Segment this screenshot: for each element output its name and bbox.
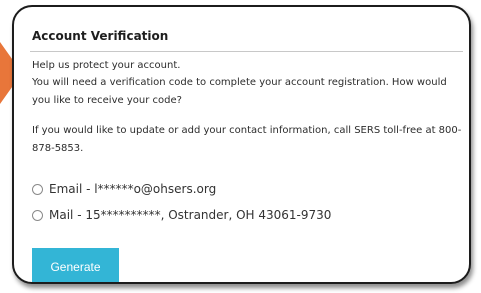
mail-option-label: Mail - 15**********, Ostrander, OH 43061… [49,208,332,222]
contact-info-text: If you would like to update or add your … [32,125,462,154]
dialog-title: Account Verification [32,29,169,43]
screenshot-stage: Account Verification Help us protect you… [0,0,481,293]
mail-option[interactable]: Mail - 15**********, Ostrander, OH 43061… [32,208,331,222]
intro-text: Help us protect your account. [32,60,181,71]
generate-button[interactable]: Generate [32,248,119,282]
mail-radio[interactable] [32,209,43,221]
header-divider [30,51,463,52]
email-radio[interactable] [32,183,43,195]
email-option-label: Email - l******o@ohsers.org [49,182,217,196]
account-verification-card: Account Verification Help us protect you… [12,5,471,284]
email-option[interactable]: Email - l******o@ohsers.org [32,182,216,196]
instruction-text: You will need a verification code to com… [32,77,447,106]
